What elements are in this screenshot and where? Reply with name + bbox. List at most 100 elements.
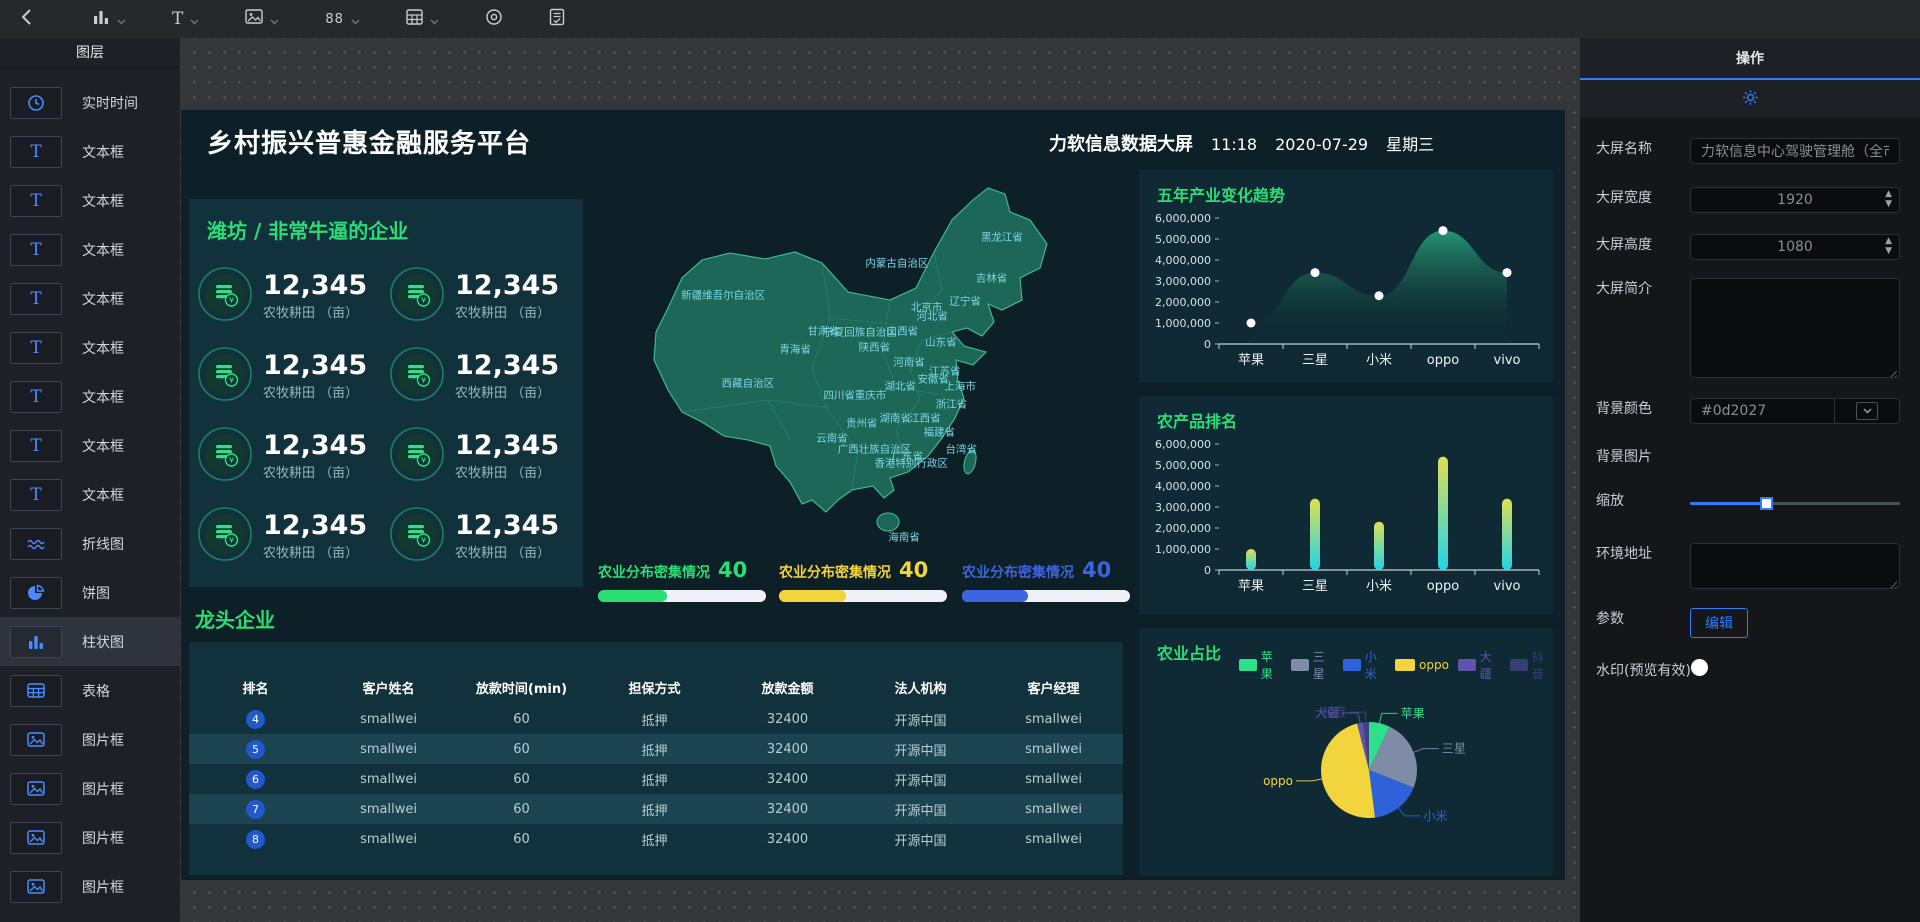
width-stepper[interactable]: ▲▼ — [1885, 190, 1892, 209]
province-label: 浙江省 — [936, 397, 968, 412]
table-cell: 开源中国 — [854, 740, 987, 759]
province-label: 内蒙古自治区 — [865, 256, 928, 271]
toggle-knob — [1691, 659, 1708, 676]
report-doc-icon — [549, 8, 565, 30]
density-progress[interactable]: 农业分布密集情况40 — [779, 558, 947, 602]
coins-icon: ¥ — [197, 266, 253, 326]
stats-panel[interactable]: 潍坊 / 非常牛逼的企业 ¥12,345农牧耕田 （亩）¥12,345农牧耕田 … — [189, 199, 583, 587]
sidebar-item-文本框[interactable]: T文本框 — [0, 274, 180, 323]
svg-text:oppo: oppo — [1263, 774, 1293, 788]
canvas-workspace[interactable]: 乡村振兴普惠金融服务平台 力软信息数据大屏 11:18 2020-07-29 星… — [180, 38, 1580, 922]
coins-icon: ¥ — [389, 346, 445, 406]
sidebar-item-图片框[interactable]: 图片框 — [0, 862, 180, 911]
legend-item[interactable]: oppo — [1395, 658, 1449, 672]
sidebar-item-文本框[interactable]: T文本框 — [0, 470, 180, 519]
dashboard-title[interactable]: 乡村振兴普惠金融服务平台 — [207, 123, 531, 160]
province-label: 黑龙江省 — [981, 229, 1023, 244]
sidebar-item-文本框[interactable]: T文本框 — [0, 421, 180, 470]
sidebar-item-label: 文本框 — [82, 289, 124, 309]
enterprise-table[interactable]: 排名客户姓名放款时间(min)担保方式放款金额法人机构客户经理4smallwei… — [189, 642, 1123, 875]
province-label: 河南省 — [893, 355, 925, 370]
svg-text:小米: 小米 — [1424, 809, 1448, 823]
sidebar-item-图片框[interactable]: 图片框 — [0, 764, 180, 813]
stat-label: 农牧耕田 （亩） — [455, 462, 559, 481]
sidebar-item-折线图[interactable]: 折线图 — [0, 519, 180, 568]
height-stepper[interactable]: ▲▼ — [1885, 237, 1892, 256]
stat-value: 12,345 — [455, 271, 559, 301]
back-button[interactable] — [20, 8, 46, 30]
bg-color-input[interactable] — [1690, 398, 1835, 424]
dashboard-date[interactable]: 2020-07-29 — [1275, 135, 1368, 154]
svg-text:¥: ¥ — [421, 296, 426, 305]
chart-widget-button[interactable] — [92, 8, 126, 30]
table-cell: 32400 — [721, 712, 854, 727]
table-widget-button[interactable] — [406, 9, 439, 29]
share-chart-panel[interactable]: 农业占比 苹果三星小米oppo大疆抖音 苹果三星小米oppo大疆抖音 — [1139, 628, 1553, 876]
sidebar-item-label: 图片框 — [82, 779, 124, 799]
text-icon: T — [10, 234, 62, 266]
svg-text:4,000,000: 4,000,000 — [1155, 254, 1211, 267]
image-widget-button[interactable] — [245, 9, 279, 29]
preview-button[interactable] — [485, 8, 503, 30]
table-cell: smallwei — [322, 802, 455, 817]
sidebar-item-文本框[interactable]: T文本框 — [0, 176, 180, 225]
dashboard-brand[interactable]: 力软信息数据大屏 — [1049, 130, 1193, 156]
province-label: 新疆维吾尔自治区 — [681, 288, 765, 303]
table-cell: smallwei — [987, 742, 1120, 757]
sidebar-item-label: 柱状图 — [82, 632, 124, 652]
sidebar-item-表格[interactable]: 表格 — [0, 666, 180, 715]
screen-height-input[interactable] — [1690, 234, 1900, 260]
china-map-shape — [590, 160, 1140, 560]
rank-cell: 8 — [189, 830, 322, 849]
china-map[interactable]: 黑龙江省内蒙古自治区吉林省辽宁省新疆维吾尔自治区北京市河北省甘肃省宁夏回族自治区… — [590, 160, 1140, 560]
sidebar-item-label: 文本框 — [82, 338, 124, 358]
sidebar-item-文本框[interactable]: T文本框 — [0, 225, 180, 274]
ranking-chart-panel[interactable]: 农产品排名 6,000,0005,000,0004,000,0003,000,0… — [1139, 396, 1553, 614]
rank-cell: 7 — [189, 800, 322, 819]
svg-text:抖音: 抖音 — [1322, 704, 1346, 719]
decoration-widget-button[interactable]: 88 — [325, 10, 360, 29]
dashboard-time[interactable]: 11:18 — [1211, 135, 1257, 154]
dashboard-preview[interactable]: 乡村振兴普惠金融服务平台 力软信息数据大屏 11:18 2020-07-29 星… — [181, 110, 1565, 880]
image-icon — [245, 9, 263, 29]
table-cell: 60 — [455, 712, 588, 727]
sidebar-item-实时时间[interactable]: 实时时间 — [0, 78, 180, 127]
report-button[interactable] — [549, 8, 565, 30]
screen-name-input[interactable] — [1690, 138, 1900, 164]
stats-heading: 潍坊 / 非常牛逼的企业 — [207, 215, 408, 244]
province-label: 台湾省 — [946, 442, 978, 457]
dashboard-weekday[interactable]: 星期三 — [1386, 131, 1434, 155]
sidebar-item-label: 文本框 — [82, 142, 124, 162]
sidebar-item-图片框[interactable]: 图片框 — [0, 715, 180, 764]
sidebar-item-图片框[interactable]: 图片框 — [0, 813, 180, 862]
screen-name-label: 大屏名称 — [1596, 138, 1652, 158]
sidebar-item-饼图[interactable]: 饼图 — [0, 568, 180, 617]
screen-width-input[interactable] — [1690, 187, 1900, 213]
screen-desc-textarea[interactable] — [1690, 278, 1900, 378]
trend-chart-panel[interactable]: 五年产业变化趋势 6,000,0005,000,0004,000,0003,00… — [1139, 170, 1553, 382]
density-progress[interactable]: 农业分布密集情况40 — [598, 558, 766, 602]
sidebar-item-柱状图[interactable]: 柱状图 — [0, 617, 180, 666]
table-cell: 60 — [455, 802, 588, 817]
province-label: 青海省 — [779, 342, 811, 357]
zoom-slider[interactable] — [1690, 490, 1900, 516]
stat-value: 12,345 — [263, 271, 367, 301]
column-header: 客户经理 — [987, 678, 1120, 697]
legend-swatch — [1510, 659, 1528, 671]
sidebar-item-文本框[interactable]: T文本框 — [0, 127, 180, 176]
text-widget-button[interactable]: T — [172, 9, 199, 29]
settings-tab[interactable] — [1580, 80, 1920, 118]
stat-value: 12,345 — [263, 351, 367, 381]
province-label: 四川省 — [823, 388, 855, 403]
legend-swatch — [1343, 659, 1361, 671]
province-label: 湖北省 — [884, 379, 916, 394]
chevron-down-icon — [117, 10, 126, 29]
bg-color-dropdown-button[interactable] — [1835, 398, 1900, 424]
slider-handle[interactable] — [1760, 497, 1773, 510]
sidebar-item-文本框[interactable]: T文本框 — [0, 323, 180, 372]
sidebar-item-文本框[interactable]: T文本框 — [0, 372, 180, 421]
table-icon — [406, 9, 423, 29]
params-edit-button[interactable]: 编辑 — [1690, 608, 1748, 638]
env-url-textarea[interactable] — [1690, 543, 1900, 589]
density-progress[interactable]: 农业分布密集情况40 — [962, 558, 1130, 602]
